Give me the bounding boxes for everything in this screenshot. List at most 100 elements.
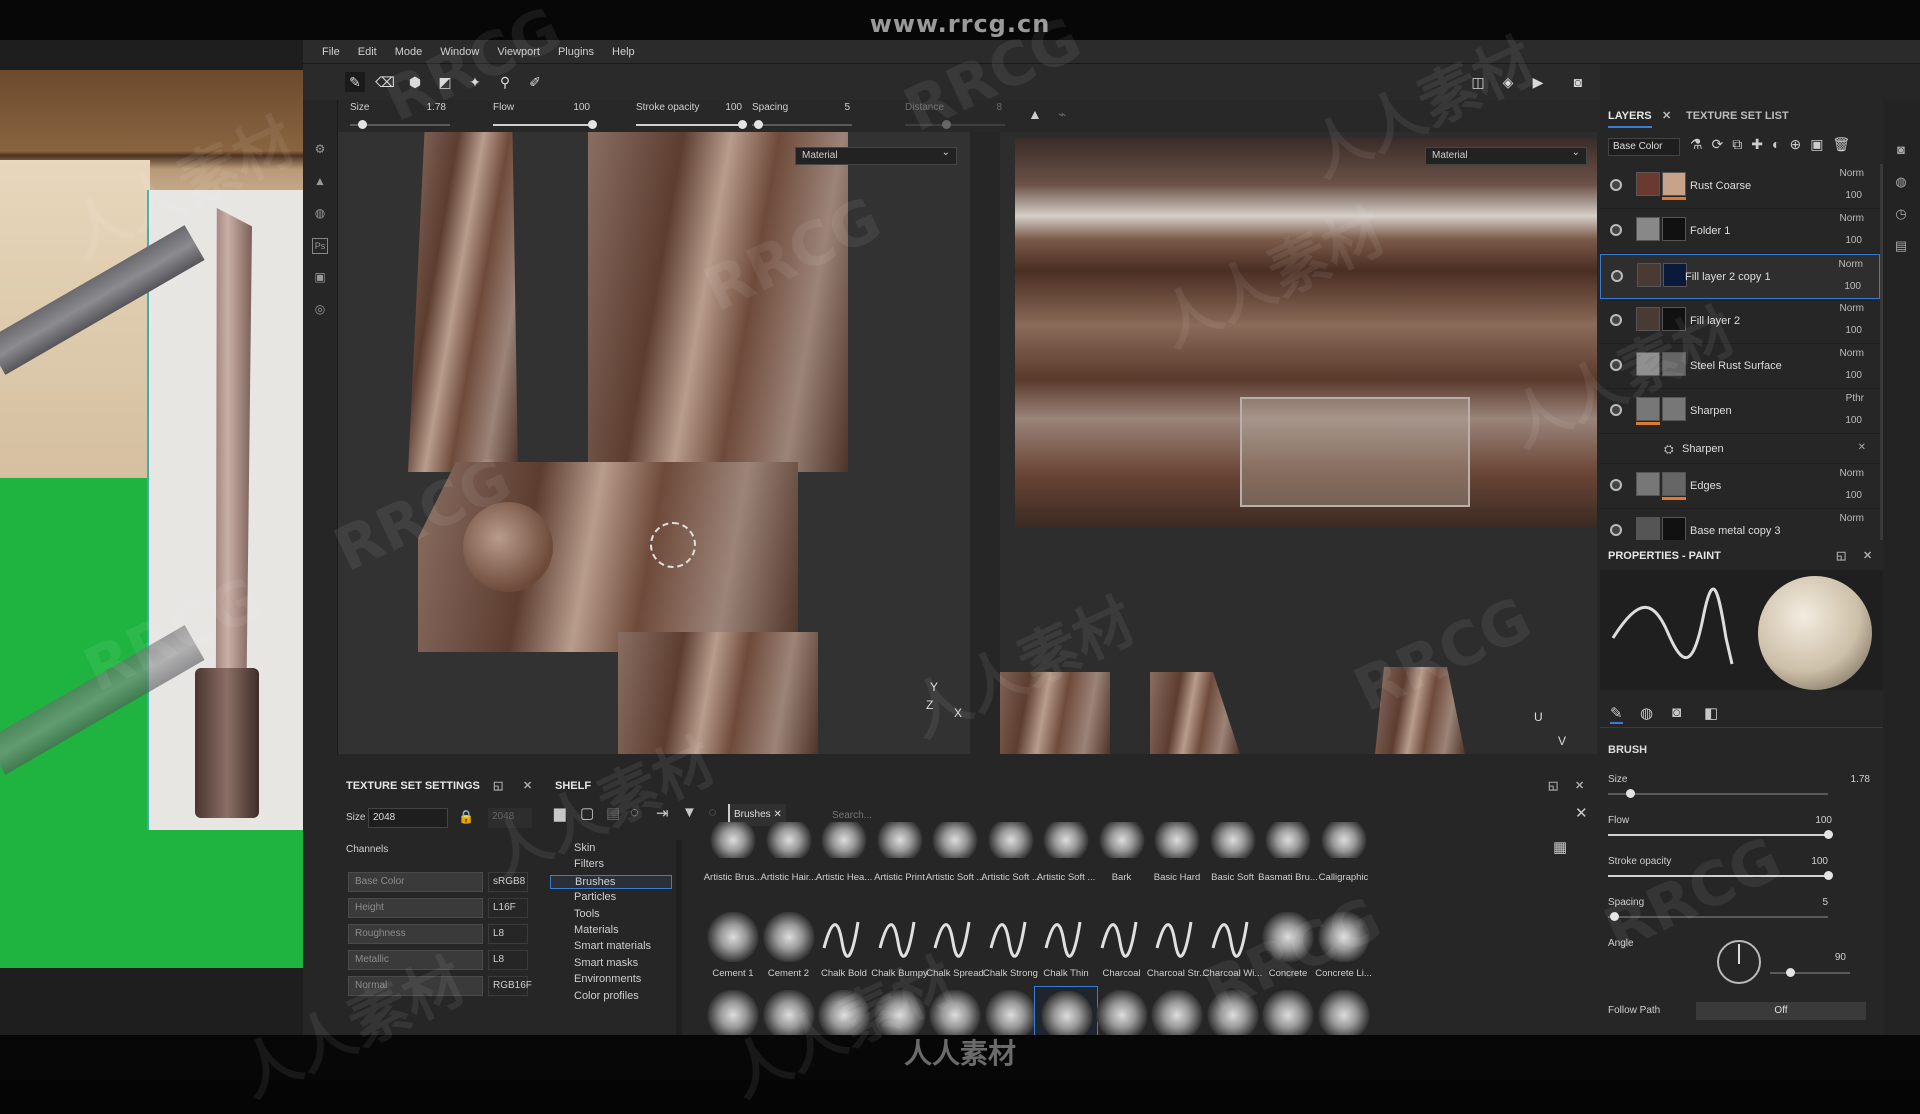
menu-mode[interactable]: Mode [386, 40, 432, 64]
shelf-category[interactable]: Skin [574, 842, 595, 854]
import-icon[interactable]: ▤ [606, 804, 620, 822]
category-scrollbar[interactable] [676, 840, 682, 1035]
layer-row[interactable]: Sharpen Pthr 100 [1600, 389, 1880, 434]
prop-stroke-opacity-slider[interactable] [1608, 875, 1828, 877]
brush-item[interactable]: Basic Hard [1145, 822, 1209, 892]
layer-opacity[interactable]: 100 [1845, 370, 1862, 381]
remove-effect-icon[interactable]: ✕ [1858, 442, 1866, 453]
shelf-category[interactable]: Smart masks [574, 957, 638, 969]
follow-path-toggle[interactable]: Off [1696, 1002, 1866, 1020]
layer-action-icons[interactable]: ⚗⟳⧉✚◐⊕▣🗑 [1690, 136, 1859, 153]
prop-size-knob[interactable] [1626, 789, 1635, 798]
angle-dial[interactable] [1717, 940, 1761, 984]
close-icon[interactable]: ✕ [1863, 549, 1872, 562]
flow-slider-knob[interactable] [588, 120, 597, 129]
color-picker-icon[interactable]: ✐ [525, 72, 545, 92]
channel-name[interactable]: Normal [348, 976, 483, 996]
viewport-2d[interactable]: Material U V [1000, 132, 1597, 754]
menu-edit[interactable]: Edit [349, 40, 386, 64]
channel-format[interactable]: L16F [488, 898, 528, 918]
undock-icon[interactable]: ◱ [493, 779, 503, 792]
brush-tab-icon[interactable]: ✎ [1610, 704, 1623, 724]
brush-item[interactable]: Artistic Soft ... [979, 822, 1043, 892]
shelf-category[interactable]: Particles [574, 891, 616, 903]
viewport-3d[interactable]: Material Z X Y [338, 132, 970, 754]
channel-format[interactable]: RGB16F [488, 976, 532, 996]
brush-item[interactable]: Artistic Hair... [757, 822, 821, 892]
channel-format[interactable]: L8 [488, 950, 528, 970]
alpha-tab-icon[interactable]: ◙ [1672, 704, 1681, 721]
prop-stroke-opacity-knob[interactable] [1824, 871, 1833, 880]
flow-value[interactable]: 100 [550, 102, 590, 113]
material-tab-icon[interactable]: ◍ [1640, 704, 1653, 722]
prop-size-slider[interactable] [1608, 793, 1828, 795]
hide-icon[interactable]: ◌ [630, 804, 639, 821]
display-icon[interactable]: ◍ [312, 206, 328, 222]
layer-row[interactable]: Fill layer 2 copy 1 Norm 100 [1600, 254, 1880, 299]
brush-item[interactable]: Chalk Bold [812, 908, 876, 984]
prop-flow-value[interactable]: 100 [1792, 815, 1832, 826]
channel-name[interactable]: Metallic [348, 950, 483, 970]
prop-spacing-knob[interactable] [1610, 912, 1619, 921]
brush-item[interactable]: Artistic Soft ... [1034, 822, 1098, 892]
brush-item[interactable]: Chalk Spread [923, 908, 987, 984]
plugin-icon[interactable]: ◎ [312, 302, 328, 318]
layer-opacity[interactable]: 100 [1845, 190, 1862, 201]
layer-blend-mode[interactable]: Norm [1839, 259, 1863, 270]
spacing-slider[interactable] [752, 124, 852, 126]
paint-brush-icon[interactable]: ✎ [345, 72, 365, 92]
visibility-eye-icon[interactable] [1610, 524, 1622, 536]
layer-blend-mode[interactable]: Norm [1840, 468, 1864, 479]
tab-texture-set-list[interactable]: TEXTURE SET LIST [1686, 110, 1789, 122]
display-settings-icon[interactable]: ◍ [1893, 174, 1909, 190]
brush-item[interactable]: Cement 2 [757, 908, 821, 984]
folder-icon[interactable]: ▆ [554, 804, 566, 822]
symmetry-icon[interactable]: ▲ [1028, 106, 1042, 122]
shelf-category[interactable]: Materials [574, 924, 619, 936]
camera-icon[interactable]: ◙ [1893, 142, 1909, 158]
brush-item[interactable]: Cement 1 [701, 908, 765, 984]
layer-opacity[interactable]: 100 [1845, 415, 1862, 426]
brush-item[interactable]: Artistic Print [868, 822, 932, 892]
stroke-opacity-value[interactable]: 100 [702, 102, 742, 113]
brush-item[interactable]: Basic Soft [1201, 822, 1265, 892]
lock-icon[interactable]: 🔒 [458, 809, 474, 825]
visibility-eye-icon[interactable] [1610, 224, 1622, 236]
spacing-value[interactable]: 5 [810, 102, 850, 113]
brush-item[interactable]: Concrete Li... [1312, 908, 1376, 984]
stencil-tab-icon[interactable]: ◧ [1704, 704, 1718, 722]
spacing-knob[interactable] [754, 120, 763, 129]
flow-slider[interactable] [493, 124, 593, 126]
lazy-mouse-icon[interactable]: ⌁ [1058, 106, 1066, 123]
texture-size-dropdown[interactable]: 2048 [368, 808, 448, 828]
layer-blend-mode[interactable]: Norm [1840, 513, 1864, 524]
prop-stroke-opacity-value[interactable]: 100 [1788, 856, 1828, 867]
close-icon[interactable]: ✕ [1575, 779, 1584, 792]
channel-name[interactable]: Roughness [348, 924, 483, 944]
layer-row[interactable]: Steel Rust Surface Norm 100 [1600, 344, 1880, 389]
brush-item[interactable]: Chalk Bumpy [868, 908, 932, 984]
channel-format[interactable]: sRGB8 [488, 872, 528, 892]
layer-opacity[interactable]: 100 [1844, 281, 1861, 292]
cube-view-icon[interactable]: ◈ [1498, 72, 1518, 92]
material-dropdown-2d[interactable]: Material [1425, 145, 1587, 165]
brush-item[interactable]: Artistic Brus... [701, 822, 765, 892]
prop-flow-knob[interactable] [1824, 830, 1833, 839]
close-icon[interactable]: ✕ [523, 779, 532, 792]
settings-gear-icon[interactable]: ⚙ [312, 142, 328, 158]
menu-viewport[interactable]: Viewport [488, 40, 549, 64]
layer-row[interactable]: Folder 1 Norm 100 [1600, 209, 1880, 254]
channel-format[interactable]: L8 [488, 924, 528, 944]
visibility-eye-icon[interactable] [1610, 314, 1622, 326]
projection-icon[interactable]: ⬢ [405, 72, 425, 92]
shelf-category[interactable]: Tools [574, 908, 600, 920]
circle-icon[interactable]: ○ [708, 804, 717, 821]
smudge-icon[interactable]: ✦ [465, 72, 485, 92]
material-dropdown-3d[interactable]: Material [795, 145, 957, 165]
shelf-category[interactable]: Color profiles [574, 990, 639, 1002]
visibility-eye-icon[interactable] [1610, 179, 1622, 191]
menu-window[interactable]: Window [431, 40, 488, 64]
layer-blend-mode[interactable]: Norm [1840, 348, 1864, 359]
menu-help[interactable]: Help [603, 40, 644, 64]
clear-search-icon[interactable]: ✕ [1575, 804, 1588, 822]
